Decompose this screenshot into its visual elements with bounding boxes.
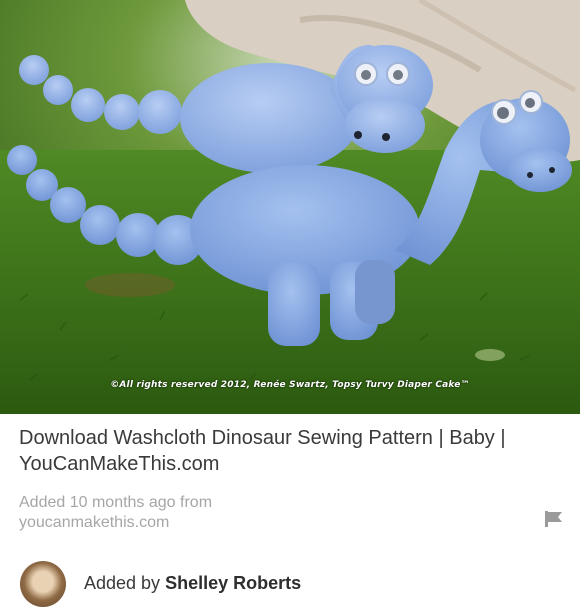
avatar[interactable]	[20, 561, 66, 607]
added-prefix: Added	[19, 494, 66, 511]
added-by-name[interactable]: Shelley Roberts	[165, 573, 301, 593]
source-domain-link[interactable]: youcanmakethis.com	[19, 513, 212, 533]
image-watermark: ©All rights reserved 2012, Renée Swartz,…	[110, 380, 470, 390]
pin-title-link[interactable]: Download Washcloth Dinosaur Sewing Patte…	[19, 425, 564, 477]
added-from: from	[180, 494, 213, 511]
added-by-text: Added by Shelley Roberts	[84, 573, 301, 594]
added-by-row[interactable]: Added by Shelley Roberts	[20, 561, 580, 607]
pin-image[interactable]: ©All rights reserved 2012, Renée Swartz,…	[0, 0, 580, 414]
added-by-prefix: Added by	[84, 573, 161, 593]
flag-icon[interactable]	[545, 511, 563, 527]
added-time: 10 months ago	[69, 494, 176, 511]
pin-source-meta: Added 10 months ago from youcanmakethis.…	[19, 493, 212, 533]
